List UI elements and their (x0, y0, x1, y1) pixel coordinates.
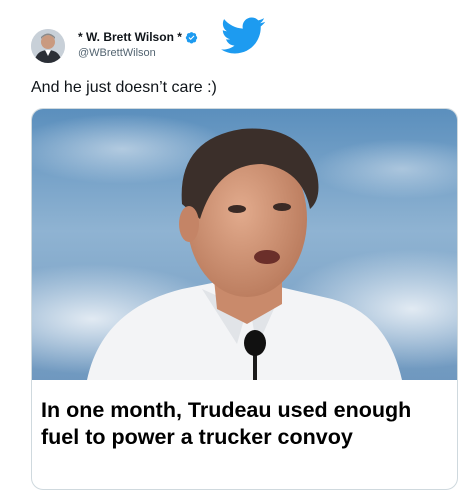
tweet-screenshot: * W. Brett Wilson * @WBrettWilson And he… (0, 0, 473, 500)
author-name[interactable]: * W. Brett Wilson * (78, 30, 182, 44)
avatar-photo (31, 29, 65, 63)
author-name-line[interactable]: * W. Brett Wilson * (78, 30, 198, 44)
twitter-bird-icon (221, 17, 266, 54)
author-handle[interactable]: @WBrettWilson (78, 47, 156, 59)
verified-badge-icon (185, 31, 198, 43)
link-preview-card[interactable]: In one month, Trudeau used enough fuel t… (31, 108, 458, 490)
avatar[interactable] (31, 29, 65, 63)
portrait-photo (32, 109, 457, 380)
tweet-text: And he just doesn’t care :) (31, 79, 217, 96)
card-image[interactable] (32, 109, 457, 380)
card-headline[interactable]: In one month, Trudeau used enough fuel t… (41, 397, 446, 451)
